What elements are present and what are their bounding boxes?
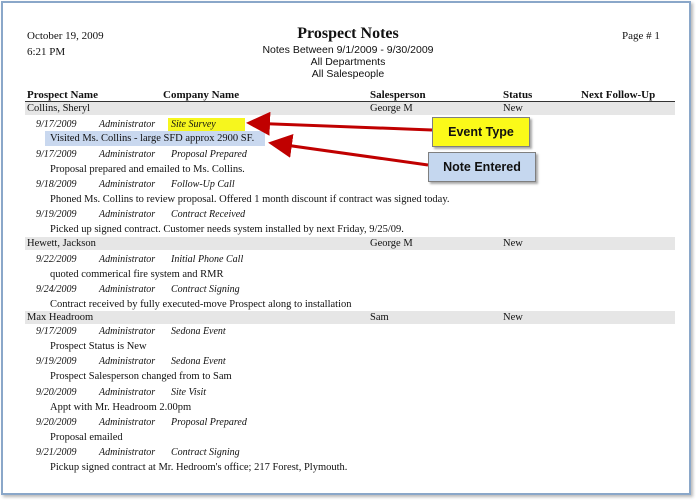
note-entered-arrow — [268, 134, 429, 167]
event-type-callout: Event Type — [432, 117, 530, 147]
note-entered-callout: Note Entered — [428, 152, 536, 182]
event-type-arrow — [246, 111, 433, 136]
callout-arrows — [246, 111, 433, 167]
report-frame: October 19, 2009 6:21 PM Prospect Notes … — [1, 1, 691, 495]
